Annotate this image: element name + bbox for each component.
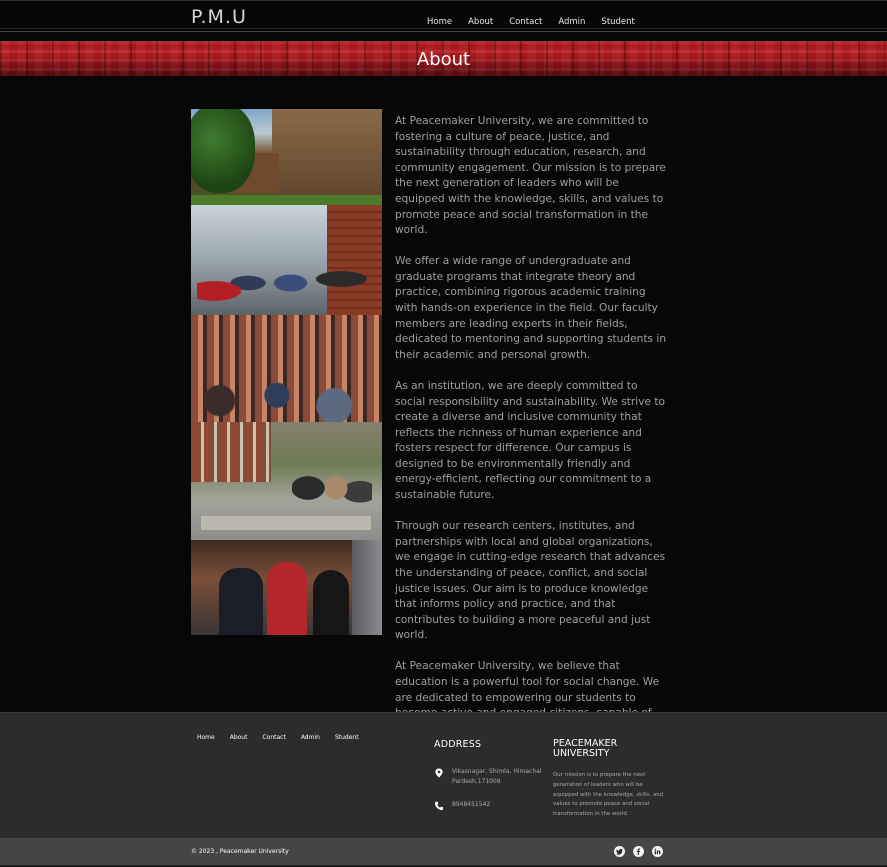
map-pin-icon [435, 768, 443, 778]
students-portrait-photo [191, 540, 382, 635]
nav-student-link[interactable]: Student [601, 17, 634, 27]
top-navbar: P.M.U Home About Contact Admin Student [0, 0, 887, 32]
lecture-audience-photo [191, 315, 382, 422]
about-paragraph: As an institution, we are deeply committ… [395, 379, 666, 502]
site-footer: Home About Contact Admin Student ADDRESS… [0, 712, 887, 838]
nav-home-link[interactable]: Home [427, 17, 452, 27]
photo-gallery [191, 109, 382, 635]
footer-nav: Home About Contact Admin Student [197, 734, 374, 741]
bottom-bar: © 2023 , Peacemaker University [0, 838, 887, 867]
nav-about-link[interactable]: About [468, 17, 493, 27]
social-links [614, 846, 671, 857]
twitter-icon[interactable] [614, 846, 625, 857]
footer-student-link[interactable]: Student [335, 734, 359, 741]
phone-row: 8948451542 [434, 800, 544, 811]
university-mission-text: Our mission is to prepare the next gener… [553, 772, 664, 818]
facebook-icon[interactable] [633, 846, 644, 857]
address-heading: ADDRESS [434, 739, 482, 750]
copyright-text: © 2023 , Peacemaker University [191, 848, 289, 855]
footer-contact-link[interactable]: Contact [262, 734, 285, 741]
about-article: At Peacemaker University, we are committ… [395, 114, 670, 768]
page-title: About [416, 49, 471, 70]
main-nav: Home About Contact Admin Student [427, 17, 651, 27]
nav-admin-link[interactable]: Admin [558, 17, 585, 27]
page-banner: About [0, 41, 887, 76]
address-text: Vikasnagar, Shimla, Himachal Pardesh,171… [452, 768, 542, 785]
phone-icon [434, 801, 444, 811]
campus-building-photo [191, 109, 382, 205]
footer-home-link[interactable]: Home [197, 734, 215, 741]
students-hallway-photo [191, 205, 382, 315]
footer-admin-link[interactable]: Admin [301, 734, 320, 741]
about-paragraph: We offer a wide range of undergraduate a… [395, 255, 667, 361]
linkedin-icon[interactable] [652, 846, 663, 857]
students-courtyard-photo [191, 422, 382, 540]
phone-number[interactable]: 8948451542 [452, 800, 544, 810]
university-heading: PEACEMAKER UNIVERSITY [553, 738, 618, 759]
nav-contact-link[interactable]: Contact [509, 17, 542, 27]
footer-about-link[interactable]: About [230, 734, 248, 741]
site-logo[interactable]: P.M.U [191, 6, 247, 28]
about-paragraph: Through our research centers, institutes… [395, 520, 666, 642]
about-paragraph: At Peacemaker University, we are committ… [395, 115, 666, 237]
address-row: Vikasnagar, Shimla, Himachal Pardesh,171… [434, 767, 544, 787]
